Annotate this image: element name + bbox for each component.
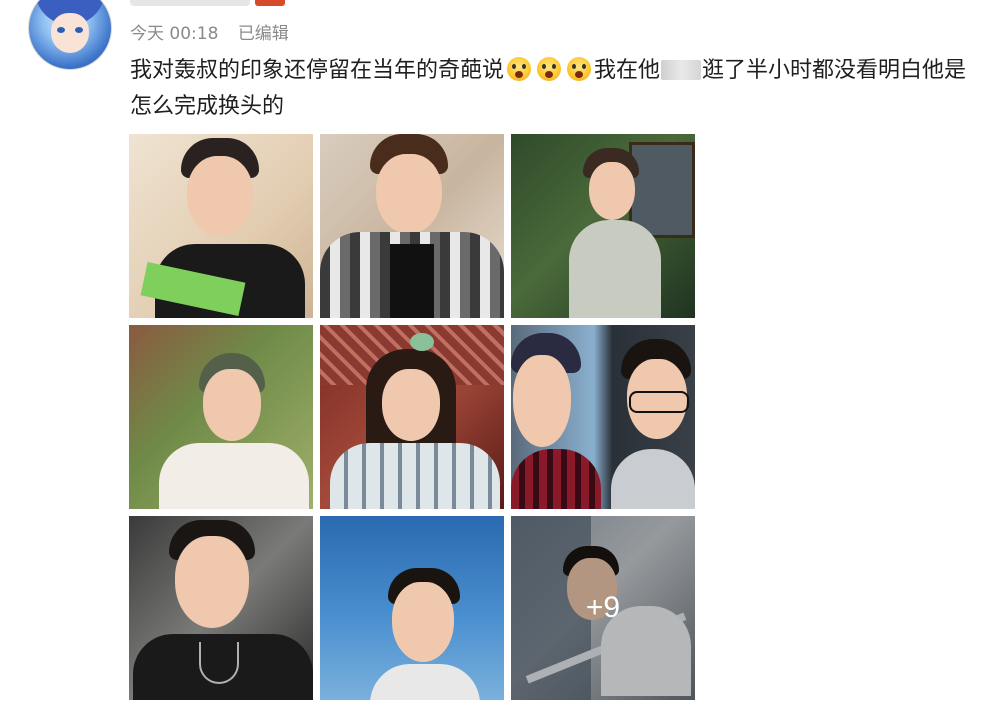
photo-9-more[interactable]: +9 [511,516,695,700]
username-redacted[interactable] [130,0,250,6]
photo-7[interactable] [129,516,313,700]
photo-1[interactable] [129,134,313,318]
user-badge-icon [255,0,285,6]
more-photos-overlay[interactable]: +9 [511,516,695,700]
edited-label: 已编辑 [237,24,289,44]
redacted-text [661,60,702,80]
photo-6[interactable] [511,325,695,509]
more-photos-count: +9 [585,591,621,624]
screaming-face-icon [567,57,592,81]
photo-2[interactable] [320,134,504,318]
photo-3[interactable] [511,134,695,318]
post-time: 今天 00:18 [130,24,219,44]
photo-8[interactable] [320,516,504,700]
post-text-part2: 我在他 [594,58,661,83]
post-text: 我对轰叔的印象还停留在当年的奇葩说 我在他 逛了半小时都没看明白他是怎么完成换头的 [130,53,970,125]
post-text-part1: 我对轰叔的印象还停留在当年的奇葩说 [130,58,505,83]
post-meta: 今天 00:18 已编辑 [130,19,303,44]
photo-4[interactable] [129,325,313,509]
photo-5[interactable] [320,325,504,509]
photo-grid: +9 [129,134,696,702]
avatar[interactable] [28,0,112,70]
screaming-face-icon [507,57,532,81]
screaming-face-icon [537,57,562,81]
